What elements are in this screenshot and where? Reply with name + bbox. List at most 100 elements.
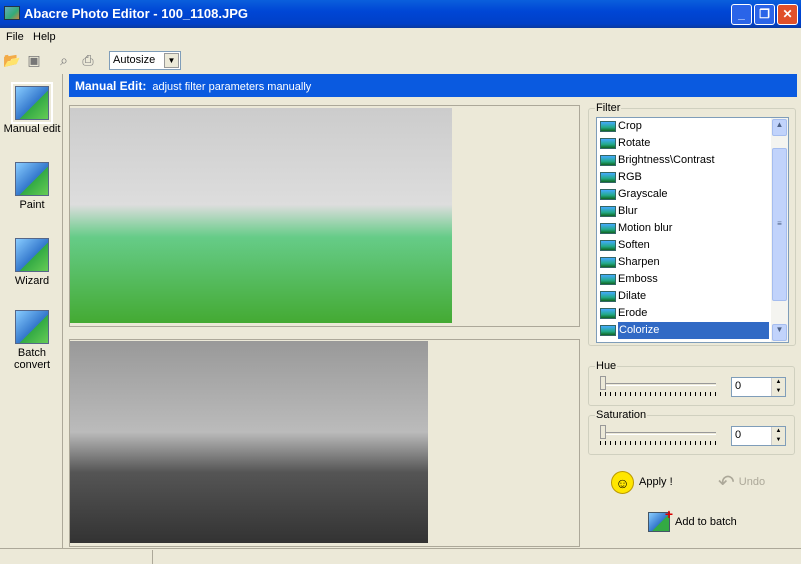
- sidebar-item-manual-edit[interactable]: Manual edit: [2, 82, 62, 135]
- filter-icon: [600, 172, 616, 183]
- preview-photo: [70, 341, 428, 543]
- filter-item-label: Blur: [618, 205, 638, 217]
- undo-button[interactable]: ↶ Undo: [718, 470, 765, 494]
- window-title: Abacre Photo Editor - 100_1108.JPG: [24, 6, 248, 21]
- scroll-down-button[interactable]: ▼: [772, 324, 787, 341]
- chevron-down-icon[interactable]: ▼: [164, 53, 179, 68]
- app-icon: [4, 6, 20, 20]
- add-to-batch-label: Add to batch: [675, 516, 737, 528]
- filter-item-label: Motion blur: [618, 222, 673, 234]
- filter-item[interactable]: Erode: [597, 305, 788, 322]
- status-bar: [0, 548, 801, 564]
- toolbar: 📂 ▣ ⌕ ⎙ Autosize ▼: [0, 47, 801, 73]
- filter-icon: [600, 325, 616, 336]
- maximize-button[interactable]: ❐: [754, 4, 775, 25]
- filter-icon: [600, 121, 616, 132]
- smiley-icon: ☺: [611, 470, 634, 494]
- filter-item[interactable]: Motion blur: [597, 220, 788, 237]
- filter-item[interactable]: Brightness\Contrast: [597, 152, 788, 169]
- mode-title: Manual Edit:: [75, 79, 147, 93]
- filter-icon: [600, 223, 616, 234]
- saturation-value[interactable]: 0: [735, 429, 741, 441]
- filter-item-label: Crop: [618, 120, 642, 132]
- spin-arrows-icon[interactable]: ▲ ▼: [771, 378, 785, 396]
- sidebar-item-label: Batch convert: [13, 347, 51, 371]
- filter-icon: [600, 291, 616, 302]
- filter-item-label: Sharpen: [618, 256, 660, 268]
- filter-icon: [600, 257, 616, 268]
- filter-item[interactable]: RGB: [597, 169, 788, 186]
- filter-list[interactable]: Crop Rotate Brightness\Contrast RGB Grayscal…: [596, 117, 789, 343]
- add-to-batch-icon: +: [648, 506, 673, 532]
- sidebar-item-paint[interactable]: Paint: [2, 162, 62, 211]
- apply-label: Apply !: [639, 476, 673, 488]
- scroll-thumb[interactable]: ≡: [772, 148, 787, 301]
- print-icon[interactable]: ⎙: [79, 51, 97, 69]
- filter-item[interactable]: Crop: [597, 118, 788, 135]
- scrollbar[interactable]: ▲ ≡ ▼: [771, 118, 788, 342]
- save-icon[interactable]: ▣: [25, 51, 43, 69]
- hue-spinner[interactable]: 0 ▲ ▼: [731, 377, 786, 397]
- filter-item[interactable]: Dilate: [597, 288, 788, 305]
- sidebar-item-label: Wizard: [14, 275, 50, 287]
- hue-slider[interactable]: [600, 376, 716, 398]
- hue-value[interactable]: 0: [735, 380, 741, 392]
- sidebar-item-label: Paint: [19, 199, 45, 211]
- filter-item[interactable]: Emboss: [597, 271, 788, 288]
- paint-icon: [15, 162, 49, 196]
- filter-item-label: Brightness\Contrast: [618, 154, 715, 166]
- filter-item-label: Erode: [618, 307, 648, 319]
- filter-item-label: Emboss: [618, 273, 658, 285]
- sidebar-item-batch-convert[interactable]: Batch convert: [2, 310, 62, 371]
- filter-item[interactable]: Rotate: [597, 135, 788, 152]
- hue-slider-thumb[interactable]: [600, 376, 606, 390]
- menu-bar: File Help: [0, 28, 801, 46]
- open-icon[interactable]: 📂: [3, 51, 21, 69]
- wizard-icon: [15, 238, 49, 272]
- minimize-button[interactable]: _: [731, 4, 752, 25]
- filter-item[interactable]: Colorize: [597, 322, 788, 339]
- undo-label: Undo: [738, 476, 766, 488]
- filter-label: Filter: [595, 102, 622, 114]
- batch-convert-icon: [15, 310, 49, 344]
- sidebar: Manual edit Paint Wizard Batch convert: [0, 74, 63, 548]
- original-photo: [70, 108, 452, 323]
- sidebar-item-wizard[interactable]: Wizard: [2, 238, 62, 287]
- filter-item-label: RGB: [618, 171, 642, 183]
- zoom-select[interactable]: Autosize ▼: [109, 51, 181, 70]
- filter-icon: [600, 240, 616, 251]
- menu-help[interactable]: Help: [33, 31, 56, 43]
- scroll-up-button[interactable]: ▲: [772, 119, 787, 136]
- filter-icon: [600, 138, 616, 149]
- undo-icon: ↶: [718, 471, 735, 494]
- apply-button[interactable]: ☺ Apply !: [611, 470, 673, 494]
- filter-icon: [600, 189, 616, 200]
- filter-item[interactable]: Blur: [597, 203, 788, 220]
- add-to-batch-button[interactable]: + Add to batch: [648, 506, 737, 534]
- filter-item-label: Soften: [618, 239, 650, 251]
- manual-edit-icon: [11, 82, 53, 124]
- saturation-label: Saturation: [595, 409, 648, 421]
- filter-icon: [600, 308, 616, 319]
- saturation-slider[interactable]: [600, 425, 716, 447]
- filter-icon: [600, 155, 616, 166]
- mode-header: Manual Edit: adjust filter parameters man…: [69, 74, 797, 97]
- spin-arrows-icon[interactable]: ▲ ▼: [771, 427, 785, 445]
- filter-item-label: Colorize: [618, 322, 769, 339]
- menu-file[interactable]: File: [6, 31, 24, 43]
- filter-icon: [600, 206, 616, 217]
- title-bar: Abacre Photo Editor - 100_1108.JPG _ ❐ ✕: [0, 0, 801, 28]
- filter-item[interactable]: Grayscale: [597, 186, 788, 203]
- saturation-slider-thumb[interactable]: [600, 425, 606, 439]
- saturation-spinner[interactable]: 0 ▲ ▼: [731, 426, 786, 446]
- sidebar-item-label: Manual edit: [3, 123, 61, 135]
- filter-item-label: Dilate: [618, 290, 647, 302]
- filter-item-label: Rotate: [618, 137, 651, 149]
- close-button[interactable]: ✕: [777, 4, 798, 25]
- filter-item[interactable]: Soften: [597, 237, 788, 254]
- filter-item-label: Grayscale: [618, 188, 668, 200]
- zoom-select-value: Autosize: [113, 54, 156, 66]
- preview-icon[interactable]: ⌕: [55, 51, 73, 69]
- filter-item[interactable]: Sharpen: [597, 254, 788, 271]
- filter-icon: [600, 274, 616, 285]
